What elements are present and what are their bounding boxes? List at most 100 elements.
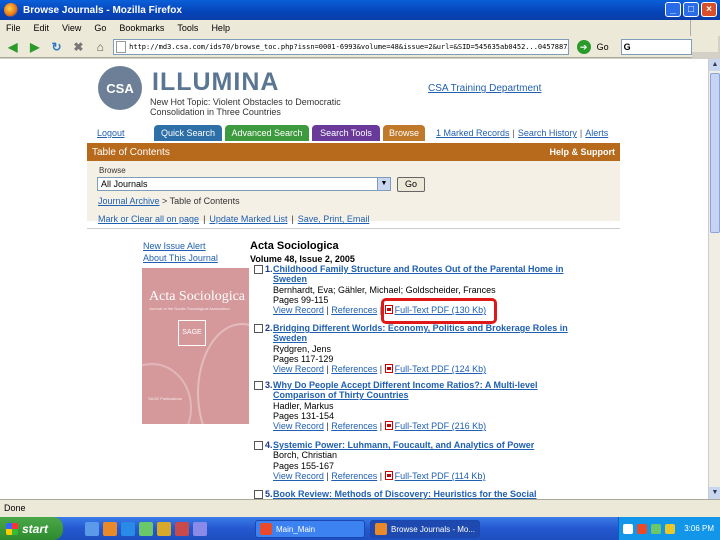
article-title-link[interactable]: Why Do People Accept Different Income Ra… [273,380,584,401]
article-checkbox[interactable] [254,324,263,333]
menu-help[interactable]: Help [211,23,230,33]
article-title-link[interactable]: Childhood Family Structure and Routes Ou… [273,264,584,285]
menu-bookmarks[interactable]: Bookmarks [119,23,164,33]
quick-launch [85,521,207,536]
article-title-link[interactable]: Bridging Different Worlds: Economy, Poli… [273,323,584,344]
menu-bar: File Edit View Go Bookmarks Tools Help [0,20,720,36]
references-link[interactable]: References [331,305,377,315]
journal-side-links: New Issue Alert About This Journal [143,240,218,264]
back-arrow-icon[interactable]: ◀ [4,38,22,56]
menu-view[interactable]: View [62,23,81,33]
article-item: 2. Bridging Different Worlds: Economy, P… [254,323,584,374]
tray-icon[interactable] [623,523,633,534]
cover-seal: SAGE [178,320,206,346]
menu-go[interactable]: Go [94,23,106,33]
article-title-link[interactable]: Systemic Power: Luhmann, Foucault, and A… [273,440,584,450]
tray-icon[interactable] [637,523,647,534]
marked-records-link[interactable]: 1 Marked Records [436,128,510,138]
forward-arrow-icon[interactable]: ▶ [26,38,44,56]
tab-advanced-search[interactable]: Advanced Search [225,125,309,141]
browse-select-value: All Journals [101,179,148,189]
references-link[interactable]: References [331,471,377,481]
about-journal-link[interactable]: About This Journal [143,252,218,264]
web-page: CSA ILLUMINA New Hot Topic: Violent Obst… [0,59,708,499]
go-icon[interactable]: ➔ [576,39,591,54]
tab-quick-search[interactable]: Quick Search [154,125,222,141]
show-desktop-icon[interactable] [85,521,99,536]
tab-browse[interactable]: Browse [383,125,425,141]
tab-search-tools[interactable]: Search Tools [312,125,380,141]
menu-tools[interactable]: Tools [177,23,198,33]
illumina-brand: ILLUMINA [152,68,280,96]
view-record-link[interactable]: View Record [273,305,324,315]
new-hot-topic-link[interactable]: New Hot Topic: Violent Obstacles to Demo… [150,97,360,117]
window-title: Browse Journals - Mozilla Firefox [23,4,182,16]
cover-title: Acta Sociologica [149,289,246,304]
full-text-pdf-link[interactable]: Full-Text PDF (216 Kb) [395,421,487,431]
url-bar[interactable]: http://md3.csa.com/ids70/browse_toc.php?… [113,38,569,55]
article-pages: Pages 117-129 [273,353,334,364]
full-text-pdf-link[interactable]: Full-Text PDF (124 Kb) [395,364,487,374]
folder-launch-icon[interactable] [157,521,171,536]
taskbar-item-firefox[interactable]: Browse Journals - Mo... [370,520,480,538]
browse-go-button[interactable]: Go [397,177,425,192]
ie-launch-icon[interactable] [121,521,135,536]
search-history-link[interactable]: Search History [518,128,577,138]
close-button[interactable]: × [701,2,717,17]
browse-select[interactable]: All Journals ▼ [97,177,391,191]
presentation-icon [260,523,272,535]
system-tray: 3:06 PM [618,517,720,540]
menu-file[interactable]: File [6,23,21,33]
logout-link[interactable]: Logout [97,128,125,138]
scroll-up-icon[interactable]: ▲ [709,59,720,71]
reload-icon[interactable]: ↻ [48,38,66,56]
journal-title: Acta Sociologica [250,240,339,252]
tray-icon[interactable] [651,523,661,534]
references-link[interactable]: References [331,421,377,431]
cover-publisher: SAGE Publications [148,396,182,401]
go-label[interactable]: Go [597,42,609,52]
article-checkbox[interactable] [254,441,263,450]
mark-clear-all-link[interactable]: Mark or Clear all on page [98,214,199,224]
start-button[interactable]: start [0,517,63,540]
journal-archive-link[interactable]: Journal Archive [98,196,160,206]
training-link[interactable]: CSA Training Department [428,83,541,94]
top-links: 1 Marked Records | Search History | Alerts [436,128,608,138]
full-text-pdf-link[interactable]: Full-Text PDF (114 Kb) [395,471,486,481]
tray-icon[interactable] [665,523,675,534]
update-marked-list-link[interactable]: Update Marked List [209,214,287,224]
article-title-link[interactable]: Book Review: Methods of Discovery: Heuri… [273,489,584,499]
search-box[interactable]: G [620,38,692,55]
new-issue-alert-link[interactable]: New Issue Alert [143,240,218,252]
view-record-link[interactable]: View Record [273,471,324,481]
vertical-scrollbar[interactable]: ▲ ▼ [708,59,720,499]
chevron-down-icon[interactable]: ▼ [377,178,390,190]
home-icon[interactable]: ⌂ [91,38,109,56]
toc-title: Table of Contents [92,146,170,158]
breadcrumb: Journal Archive > Table of Contents [98,196,240,206]
scroll-thumb[interactable] [710,73,720,233]
taskbar-item-main[interactable]: Main_Main [255,520,365,538]
divider [87,228,620,229]
app-launch-icon[interactable] [139,521,153,536]
maximize-button[interactable]: □ [683,2,699,17]
app-launch-icon[interactable] [175,521,189,536]
toc-header-bar: Table of Contents Help & Support [87,143,620,161]
volume-issue: Volume 48, Issue 2, 2005 [250,254,355,264]
save-print-email-link[interactable]: Save, Print, Email [298,214,370,224]
firefox-launch-icon[interactable] [103,521,117,536]
article-checkbox[interactable] [254,265,263,274]
app-launch-icon[interactable] [193,521,207,536]
view-record-link[interactable]: View Record [273,421,324,431]
article-checkbox[interactable] [254,490,263,499]
article-item: 3. Why Do People Accept Different Income… [254,380,584,431]
menu-edit[interactable]: Edit [34,23,50,33]
article-checkbox[interactable] [254,381,263,390]
references-link[interactable]: References [331,364,377,374]
minimize-button[interactable]: _ [665,2,681,17]
alerts-link[interactable]: Alerts [585,128,608,138]
scroll-down-icon[interactable]: ▼ [709,487,720,499]
view-record-link[interactable]: View Record [273,364,324,374]
stop-icon[interactable]: ✖ [69,38,87,56]
help-support-link[interactable]: Help & Support [550,147,616,157]
